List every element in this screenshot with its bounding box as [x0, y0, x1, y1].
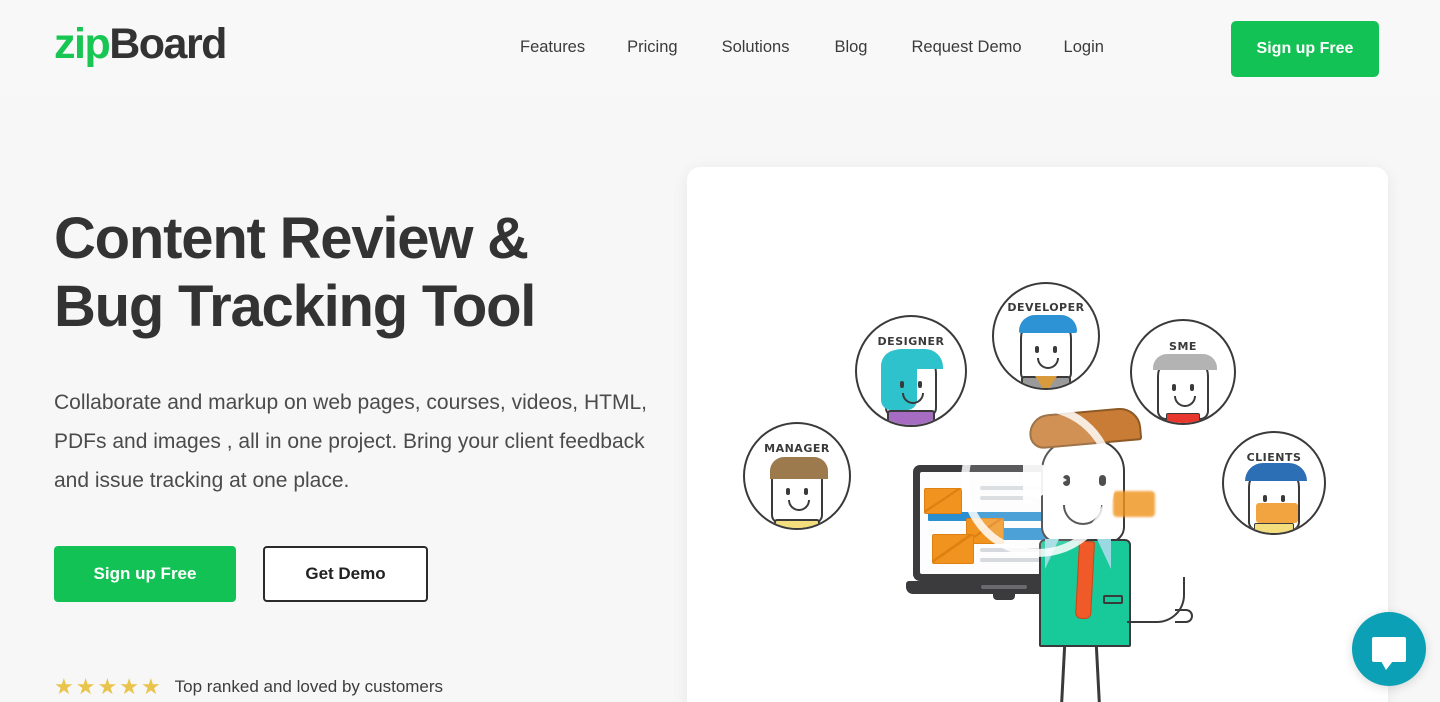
- hero-title-line-2: Bug Tracking Tool: [54, 274, 536, 340]
- smile-icon: [1037, 358, 1059, 369]
- envelope-icon: [924, 488, 962, 514]
- nav-item-blog[interactable]: Blog: [834, 32, 867, 63]
- avatar-designer-face: [881, 349, 943, 417]
- eye-icon: [918, 381, 922, 388]
- hair-shape: [770, 457, 828, 479]
- avatar-clients: CLIENTS: [1222, 431, 1326, 535]
- highlight-mark: [1256, 503, 1298, 523]
- hero-cta-group: Sign up Free Get Demo: [54, 546, 654, 603]
- star-icon: ★: [54, 674, 74, 699]
- play-video-button[interactable]: [961, 403, 1115, 557]
- avatar-sme: SME: [1130, 319, 1236, 425]
- avatar-developer: DEVELOPER: [992, 282, 1100, 390]
- star-icon: ★: [140, 674, 161, 699]
- smile-icon: [1174, 396, 1196, 407]
- hero-content: Content Review & Bug Tracking Tool Colla…: [54, 205, 654, 603]
- avatar-manager-face: [770, 457, 828, 524]
- character-leg: [1094, 644, 1103, 702]
- avatar-designer: DESIGNER: [855, 315, 967, 427]
- logo-text-zip: zip: [54, 20, 111, 68]
- avatar-sme-bowtie: [1166, 413, 1200, 423]
- team-illustration: MANAGER DESIGNER DEVELOPER SME CLIENTS: [687, 167, 1388, 702]
- hair-shape: [883, 349, 943, 369]
- avatar-manager: MANAGER: [743, 422, 851, 530]
- eye-icon: [1172, 384, 1176, 391]
- laptop-foot: [993, 593, 1015, 600]
- hair-shape: [1245, 463, 1307, 481]
- rating-row: ★ ★ ★ ★ ★ Top ranked and loved by custom…: [54, 676, 443, 698]
- character-hand: [1175, 609, 1193, 623]
- avatar-manager-label: MANAGER: [764, 442, 830, 455]
- page-root: zipBoard Features Pricing Solutions Blog…: [0, 0, 1440, 702]
- hero-get-demo-button[interactable]: Get Demo: [263, 546, 428, 603]
- hair-shape: [1153, 354, 1217, 370]
- highlight-mark: [1113, 491, 1155, 517]
- brand-logo[interactable]: zipBoard: [54, 20, 227, 68]
- hero-title-line-1: Content Review &: [54, 206, 529, 271]
- site-header: zipBoard Features Pricing Solutions Blog…: [0, 0, 1440, 97]
- eye-icon: [804, 488, 808, 495]
- smile-icon: [788, 500, 810, 511]
- nav-item-features[interactable]: Features: [520, 32, 585, 63]
- eye-icon: [786, 488, 790, 495]
- envelope-icon: [932, 534, 974, 564]
- star-rating: ★ ★ ★ ★ ★: [54, 676, 161, 698]
- hero-subtitle: Collaborate and markup on web pages, cou…: [54, 390, 647, 492]
- avatar-sme-label: SME: [1169, 340, 1197, 353]
- page-title: Content Review & Bug Tracking Tool: [54, 205, 654, 342]
- eye-icon: [900, 381, 904, 388]
- avatar-sme-face: [1153, 354, 1217, 420]
- logo-text-board: Board: [109, 20, 227, 68]
- avatar-clients-torso: [1254, 523, 1294, 533]
- star-icon: ★: [119, 674, 139, 699]
- avatar-developer-face: [1019, 315, 1077, 382]
- eye-icon: [1281, 495, 1285, 502]
- nav-item-request-demo[interactable]: Request Demo: [911, 32, 1021, 63]
- eye-icon: [1263, 495, 1267, 502]
- necktie-shape: [1035, 376, 1057, 388]
- rating-text: Top ranked and loved by customers: [174, 677, 444, 696]
- eye-icon: [1035, 346, 1039, 353]
- nav-item-pricing[interactable]: Pricing: [627, 32, 677, 63]
- character-pocket: [1103, 595, 1123, 604]
- play-icon: [1023, 453, 1067, 507]
- avatar-manager-torso: [774, 519, 820, 528]
- eye-icon: [1190, 384, 1194, 391]
- character-leg: [1058, 644, 1067, 702]
- nav-item-login[interactable]: Login: [1064, 32, 1104, 63]
- hair-shape: [1019, 315, 1077, 333]
- star-icon: ★: [97, 674, 118, 699]
- character-collar: [1097, 539, 1111, 569]
- hero-video-card[interactable]: MANAGER DESIGNER DEVELOPER SME CLIENTS: [687, 167, 1388, 702]
- nav-item-solutions[interactable]: Solutions: [722, 32, 790, 63]
- ui-line: [980, 558, 1044, 562]
- eye-icon: [1053, 346, 1057, 353]
- chat-bubble-icon: [1372, 636, 1406, 670]
- avatar-designer-label: DESIGNER: [877, 335, 945, 348]
- hero-signup-button[interactable]: Sign up Free: [54, 546, 236, 603]
- avatar-designer-torso: [887, 410, 935, 425]
- chat-widget-button[interactable]: [1352, 612, 1426, 686]
- star-icon: ★: [75, 674, 96, 699]
- avatar-developer-label: DEVELOPER: [1007, 301, 1085, 314]
- avatar-clients-face: [1245, 463, 1307, 531]
- main-navigation: Features Pricing Solutions Blog Request …: [520, 32, 1104, 63]
- header-signup-button[interactable]: Sign up Free: [1231, 21, 1379, 77]
